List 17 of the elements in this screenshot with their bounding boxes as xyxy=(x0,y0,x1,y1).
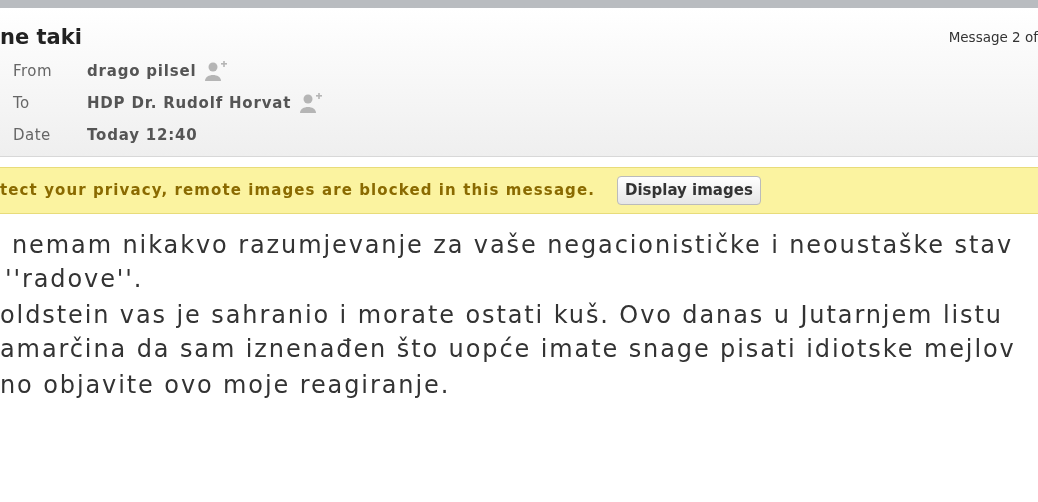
field-value: Today 12:40 xyxy=(87,124,198,146)
field-label: To xyxy=(12,92,31,114)
body-text-line: amarčina da sam iznenađen što uopće imate snage pisati idiotske mejlov xyxy=(0,334,1016,365)
contact-name[interactable]: HDP Dr. Rudolf Horvat xyxy=(87,91,292,115)
display-images-button[interactable]: Display images xyxy=(617,176,761,205)
contact-name[interactable]: drago pilsel xyxy=(87,59,197,83)
field-label: From xyxy=(12,60,54,82)
privacy-notice: tect your privacy, remote images are blocked in this message. xyxy=(0,180,595,202)
body-text-line: oldstein vas je sahranio i morate ostati kuš. Ovo danas u Jutarnjem listu xyxy=(0,300,1003,331)
message-subject: ne taki xyxy=(0,24,82,51)
add-contact-icon[interactable] xyxy=(204,61,229,81)
field-label: Date xyxy=(12,124,52,146)
add-contact-icon[interactable] xyxy=(299,93,324,113)
body-text-line: nemam nikakvo razumjevanje za vaše negacionističke i neoustaške stav xyxy=(12,230,1013,261)
body-text-line: no objavite ovo moje reagiranje. xyxy=(0,370,451,401)
body-text-line: ''radove''. xyxy=(5,264,144,295)
message-position: Message 2 of xyxy=(948,28,1038,47)
